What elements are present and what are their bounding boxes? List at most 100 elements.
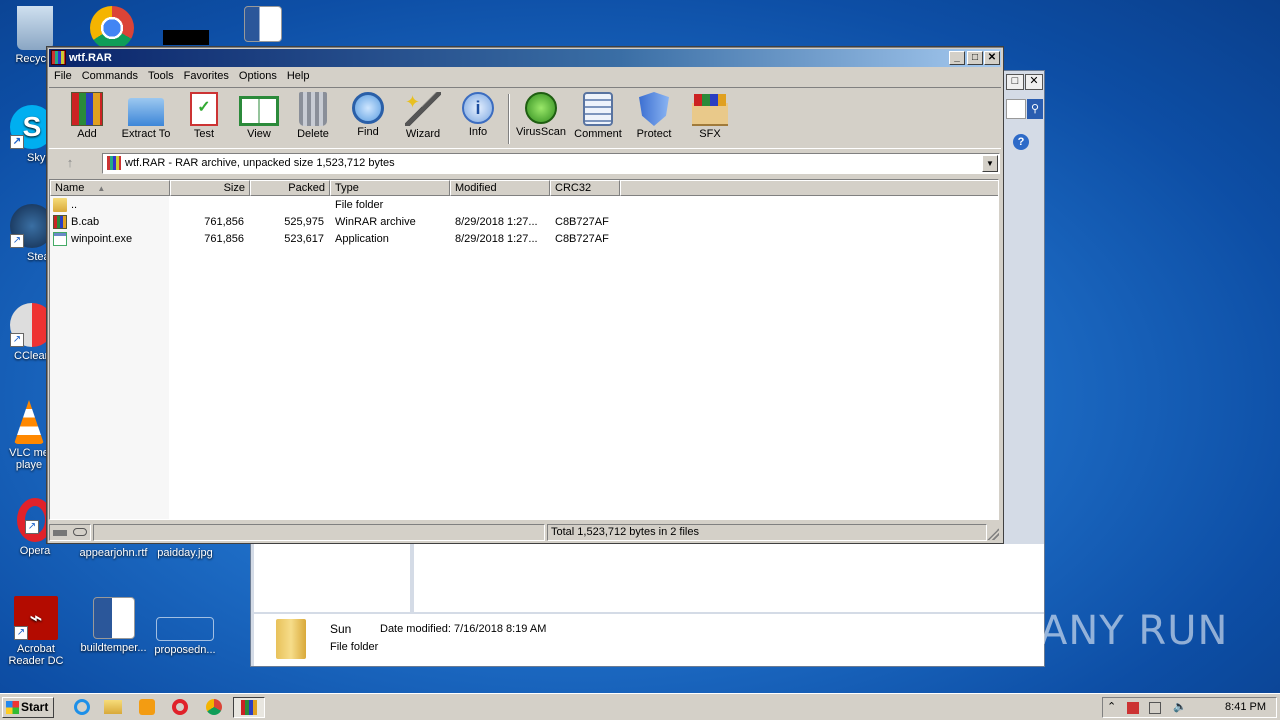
table-row[interactable]: winpoint.exe 761,856 523,617 Application… [50,231,998,248]
key-icon [73,528,88,536]
column-name-label: Name [55,182,85,194]
document-icon [156,617,214,641]
toolbar-comment-button[interactable]: Comment [570,92,626,140]
dropdown-arrow-icon[interactable]: ▼ [982,155,998,172]
chrome-icon [90,6,134,50]
taskbar-opera-icon[interactable] [166,697,194,718]
column-header-type[interactable]: Type [330,180,450,196]
menu-commands[interactable]: Commands [77,68,143,84]
recycle-bin-icon [17,6,53,50]
close-button[interactable]: ✕ [984,51,1000,65]
column-header-modified[interactable]: Modified [450,180,550,196]
toolbar-wizard-button[interactable]: ✦ Wizard [395,92,451,140]
archive-path-field[interactable]: wtf.RAR - RAR archive, unpacked size 1,5… [102,153,1000,174]
menu-options[interactable]: Options [234,68,282,84]
toolbar-info-label: Info [468,126,488,138]
toolbar-test-label: Test [193,128,215,140]
explorer-details-pane: Sun Date modified: 7/16/2018 8:19 AM Fil… [254,614,1044,666]
column-packed-label: Packed [288,182,325,194]
desktop-icon-label: appearjohn.rtf [79,547,148,559]
cell-type: Application [335,233,389,245]
minimize-button[interactable]: _ [949,51,965,65]
maximize-icon[interactable]: □ [1006,74,1024,90]
menu-tools[interactable]: Tools [143,68,179,84]
toolbar-test-button[interactable]: ✓ Test [176,92,232,140]
toolbar-view-button[interactable]: View [231,92,287,140]
winrar-window: wtf.RAR _ □ ✕ File Commands Tools Favorites… [46,46,1004,544]
clock[interactable]: 8:41 PM [1225,698,1266,717]
taskbar-chrome-icon[interactable] [200,697,228,718]
menu-help[interactable]: Help [282,68,315,84]
desktop-icon-label: proposedn... [154,644,216,656]
taskbar: Start ⌃ 🔈 8:41 PM [0,693,1280,720]
toolbar-sfx-label: SFX [699,128,721,140]
toolbar-protect-label: Protect [636,128,672,140]
help-icon[interactable]: ? [1013,134,1029,150]
add-archive-icon [71,92,103,126]
column-header-name[interactable]: Name ▲ [50,180,170,196]
cell-packed: 523,617 [284,233,324,245]
cell-name: .. [71,199,78,211]
shortcut-arrow-icon: ↗ [14,626,28,640]
taskbar-explorer-icon[interactable] [99,697,127,718]
column-header-packed[interactable]: Packed [250,180,330,196]
desktop-icon-word-top[interactable] [228,6,298,45]
desktop-icon-paidday[interactable]: paidday.jpg [150,545,220,559]
search-icon[interactable]: ⚲ [1027,99,1043,119]
cell-name: B.cab [71,216,100,228]
toolbar-wizard-label: Wizard [405,128,441,140]
vlc-cone-icon [14,400,44,444]
status-drive-icons[interactable] [49,524,91,541]
toolbar-sfx-button[interactable]: SFX [682,92,738,140]
winrar-title-bar[interactable]: wtf.RAR _ □ ✕ [49,49,1001,67]
desktop-icon-appearjohn[interactable]: appearjohn.rtf [76,545,151,559]
desktop-icon-proposedn[interactable]: proposedn... [150,597,220,656]
status-total: Total 1,523,712 bytes in 2 files [547,524,987,541]
up-arrow-icon[interactable]: ↑ [61,155,79,171]
toolbar-add-button[interactable]: Add [59,92,115,140]
tray-flag-icon[interactable] [1127,702,1139,714]
resize-grip-icon[interactable] [987,528,999,540]
taskbar-media-player-icon[interactable] [133,697,161,718]
desktop-icon-buildtemper[interactable]: buildtemper... [76,597,151,654]
close-icon[interactable]: ✕ [1025,74,1043,90]
watermark: ANY RUN [1040,608,1229,654]
toolbar-protect-button[interactable]: Protect [626,92,682,140]
column-header-size[interactable]: Size [170,180,250,196]
toolbar-virusscan-button[interactable]: VirusScan [513,92,569,138]
explorer-search-box[interactable] [1006,99,1026,119]
column-header-filler [620,180,998,196]
status-left [93,524,545,541]
drive-icon [53,530,67,536]
tray-network-icon[interactable] [1149,702,1161,714]
shortcut-arrow-icon: ↗ [10,234,24,248]
toolbar-extract-to-label: Extract To [121,128,171,140]
table-row[interactable]: .. File folder [50,197,998,214]
start-label: Start [21,700,49,714]
cell-type: File folder [335,199,384,211]
toolbar-view-label: View [247,128,271,140]
shortcut-arrow-icon: ↗ [10,333,24,347]
cell-crc32: C8B727AF [555,216,609,228]
menu-favorites[interactable]: Favorites [179,68,234,84]
desktop-icon-acrobat[interactable]: ⌁ ↗ Acrobat Reader DC [1,596,71,667]
column-header-crc32[interactable]: CRC32 [550,180,620,196]
toolbar-extract-to-button[interactable]: Extract To [115,92,177,140]
tray-volume-icon[interactable]: 🔈 [1173,698,1187,717]
menu-file[interactable]: File [49,68,77,84]
toolbar-info-button[interactable]: i Info [450,92,506,138]
toolbar-delete-button[interactable]: Delete [285,92,341,140]
table-row[interactable]: B.cab 761,856 525,975 WinRAR archive 8/2… [50,214,998,231]
tray-expand-icon[interactable]: ⌃ [1107,698,1116,717]
cell-name: winpoint.exe [71,233,133,245]
column-crc32-label: CRC32 [555,182,592,194]
taskbar-ie-icon[interactable] [68,697,96,718]
toolbar-virusscan-label: VirusScan [516,126,566,138]
system-tray: ⌃ 🔈 8:41 PM [1102,697,1277,718]
start-button[interactable]: Start [2,697,54,718]
toolbar-find-button[interactable]: Find [340,92,396,138]
maximize-button[interactable]: □ [967,51,983,65]
taskbar-winrar-icon[interactable] [233,697,265,718]
cell-size: 761,856 [204,233,244,245]
explorer-content-pane [414,544,1044,612]
